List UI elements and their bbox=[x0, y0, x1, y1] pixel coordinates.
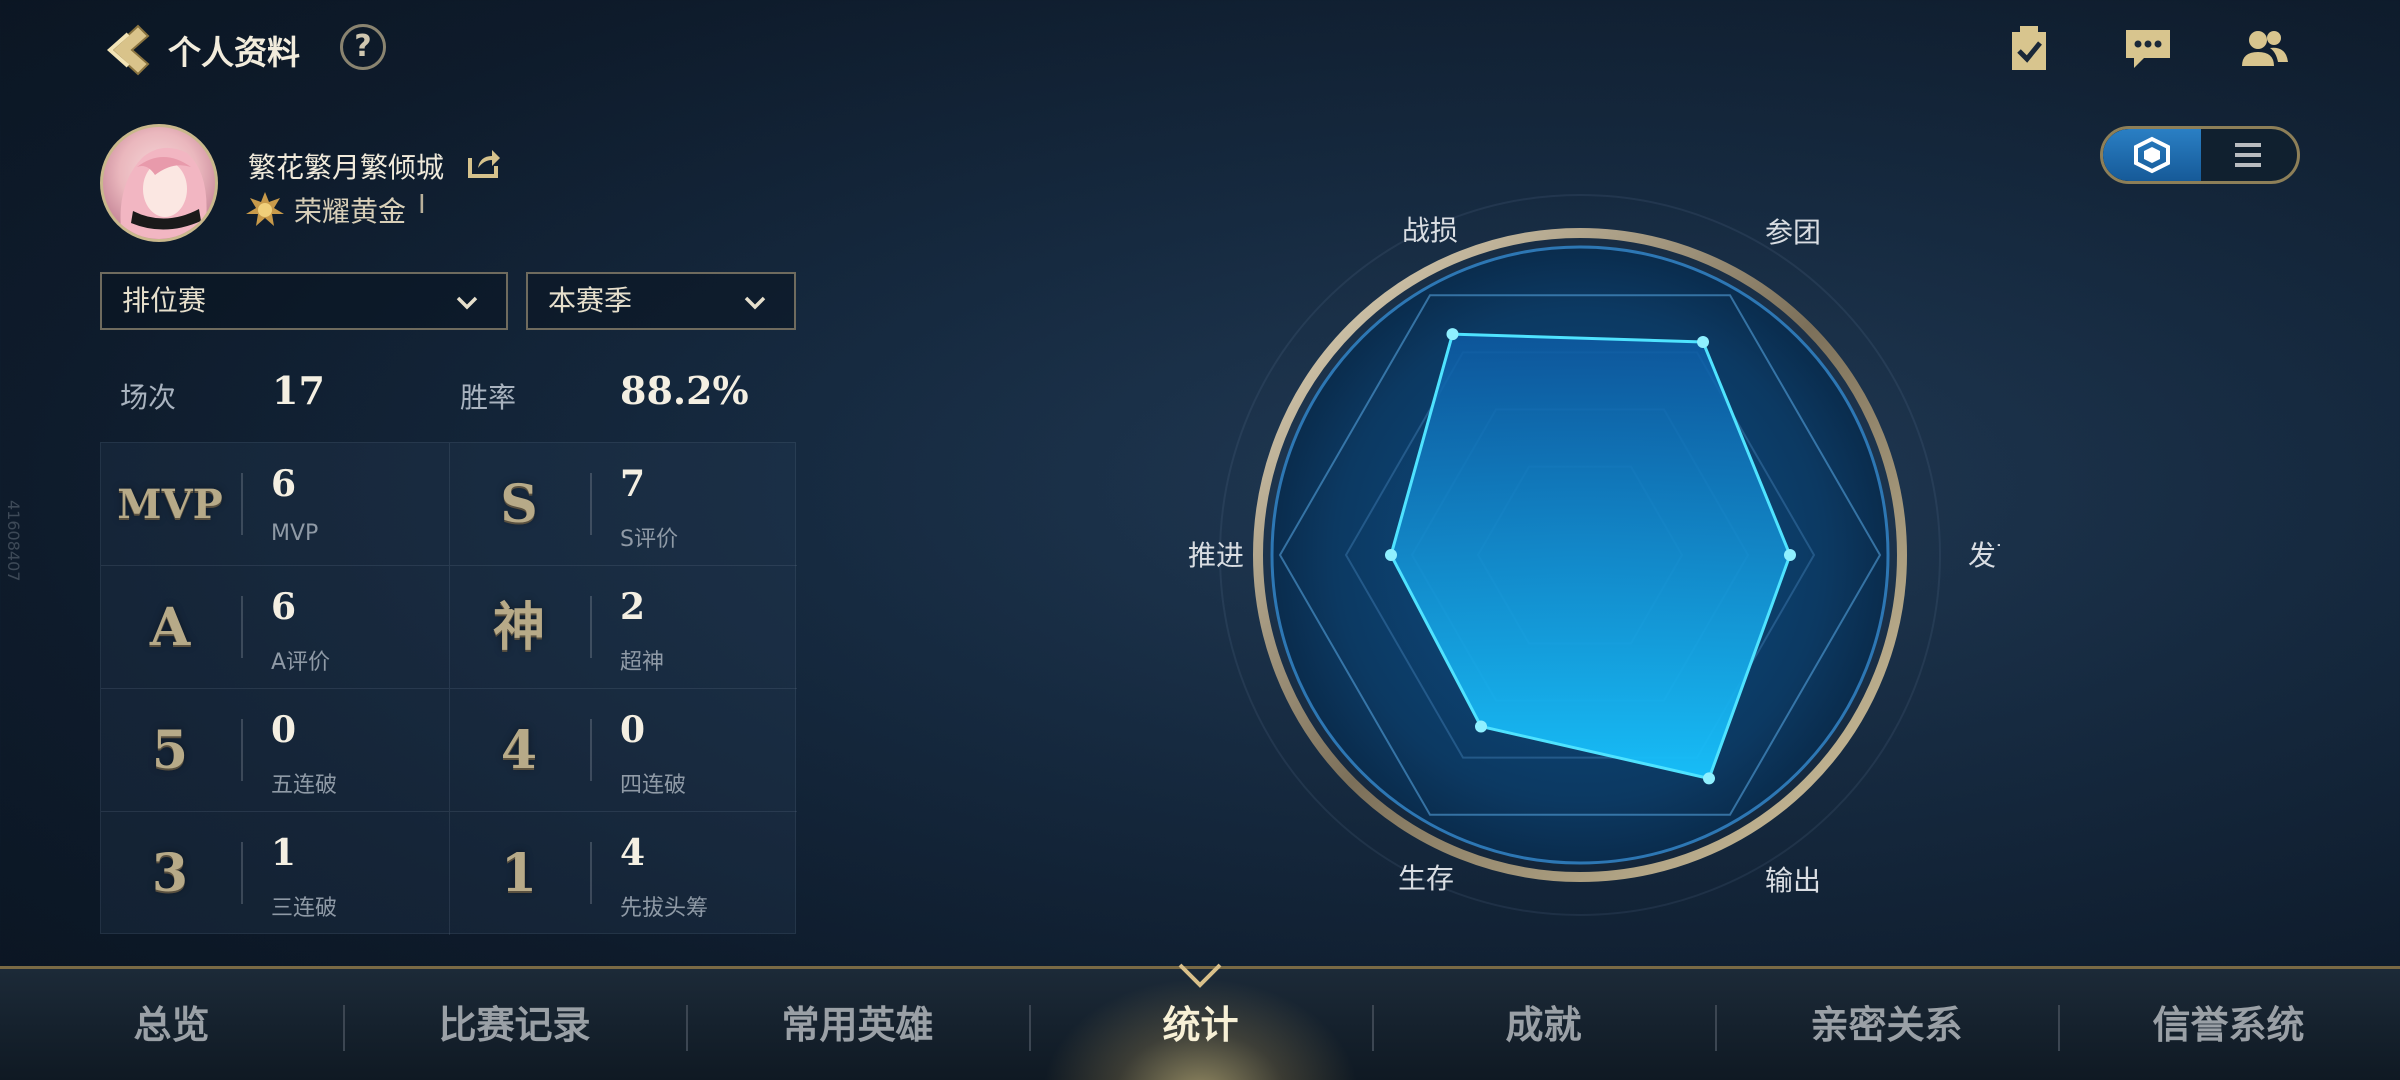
avatar[interactable] bbox=[100, 124, 218, 242]
stat-label: 三连破 bbox=[271, 896, 338, 921]
stat-value: 6 bbox=[271, 586, 297, 628]
stat-cell-s: S 7 S评价 bbox=[449, 443, 797, 566]
radar-point-0 bbox=[1446, 328, 1459, 341]
radar-point-3 bbox=[1703, 772, 1715, 785]
stat-label: 四连破 bbox=[620, 773, 687, 798]
stat-label: 超神 bbox=[620, 650, 665, 675]
nav-tab-achievements[interactable]: 成就 bbox=[1372, 969, 1715, 1080]
stat-label: 先拔头筹 bbox=[620, 896, 709, 921]
stat-cell-penta: 5 0 五连破 bbox=[101, 689, 449, 812]
quadra-emblem: 4 bbox=[500, 720, 538, 781]
list-icon bbox=[2235, 143, 2261, 167]
season-dropdown[interactable]: 本赛季 bbox=[526, 272, 796, 330]
nav-tab-overview[interactable]: 总览 bbox=[0, 969, 343, 1080]
page-title: 个人资料 bbox=[168, 33, 300, 72]
matches-value: 17 bbox=[272, 368, 325, 413]
stat-cell-triple: 3 1 三连破 bbox=[101, 812, 449, 935]
matches-label: 场次 bbox=[120, 381, 177, 414]
view-toggle[interactable] bbox=[2100, 126, 2300, 184]
radar-axis-label-5: 推进 bbox=[1188, 539, 1244, 572]
radar-point-4 bbox=[1475, 720, 1487, 733]
chevron-down-icon bbox=[456, 296, 478, 310]
chevron-down-icon bbox=[744, 296, 766, 310]
back-arrow-icon bbox=[106, 24, 150, 76]
stat-value: 6 bbox=[271, 463, 297, 505]
triple-emblem: 3 bbox=[151, 843, 189, 904]
stat-cell-godlike: 神 2 超神 bbox=[449, 566, 797, 689]
side-id-watermark: 41608407 bbox=[4, 500, 23, 582]
stats-grid: MVP 6 MVP S 7 S评价 A 6 A评价 神 2 超神 5 0 五连破… bbox=[100, 442, 797, 935]
nav-tab-heroes[interactable]: 常用英雄 bbox=[686, 969, 1029, 1080]
stat-value: 7 bbox=[620, 463, 646, 505]
nav-tab-relationships[interactable]: 亲密关系 bbox=[1715, 969, 2058, 1080]
stat-value: 0 bbox=[271, 709, 297, 751]
player-name: 繁花繁月繁倾城 bbox=[248, 151, 445, 184]
winrate-value: 88.2% bbox=[620, 368, 749, 413]
radar-point-2 bbox=[1784, 549, 1796, 561]
rank-name: 荣耀黄金 bbox=[294, 195, 407, 228]
penta-emblem: 5 bbox=[151, 720, 189, 781]
hexagon-icon bbox=[2134, 136, 2170, 174]
stat-value: 2 bbox=[620, 586, 646, 628]
godlike-emblem: 神 bbox=[492, 597, 545, 658]
stat-cell-first-blood: 1 4 先拔头筹 bbox=[449, 812, 797, 935]
friends-icon[interactable] bbox=[2238, 24, 2290, 74]
stat-label: A评价 bbox=[271, 650, 331, 675]
stat-value: 1 bbox=[271, 832, 297, 874]
winrate-label: 胜率 bbox=[460, 381, 517, 414]
radar-axis-label-0: 战损 bbox=[1402, 214, 1458, 247]
stat-cell-mvp: MVP 6 MVP bbox=[101, 443, 449, 566]
radar-point-1 bbox=[1697, 335, 1709, 348]
stat-value: 0 bbox=[620, 709, 646, 751]
radar-axis-label-2: 发育 bbox=[1968, 539, 2000, 572]
mode-dropdown[interactable]: 排位赛 bbox=[100, 272, 508, 330]
stat-label: MVP bbox=[271, 521, 319, 546]
task-checklist-icon[interactable] bbox=[2004, 24, 2056, 74]
stat-label: S评价 bbox=[620, 527, 678, 552]
rank-emblem-icon bbox=[244, 190, 286, 230]
radar-axis-label-1: 参团 bbox=[1765, 216, 1821, 249]
rank-stars: I bbox=[418, 190, 426, 220]
a-emblem: A bbox=[149, 597, 191, 658]
s-emblem: S bbox=[500, 474, 538, 535]
radar-chart: 战损 参团发育输出 生存 推进 bbox=[1188, 194, 2000, 916]
radar-view-button[interactable] bbox=[2103, 129, 2201, 181]
help-button[interactable]: ? bbox=[340, 24, 386, 70]
stat-value: 4 bbox=[620, 832, 646, 874]
list-view-button[interactable] bbox=[2201, 129, 2297, 181]
mode-dropdown-value: 排位赛 bbox=[122, 284, 207, 317]
stat-cell-a: A 6 A评价 bbox=[101, 566, 449, 689]
stat-cell-quadra: 4 0 四连破 bbox=[449, 689, 797, 812]
radar-axis-label-3: 输出 bbox=[1765, 864, 1821, 897]
share-icon[interactable] bbox=[466, 146, 502, 180]
nav-tab-reputation[interactable]: 信誉系统 bbox=[2057, 969, 2400, 1080]
back-button[interactable] bbox=[98, 20, 154, 80]
mvp-emblem: MVP bbox=[117, 481, 223, 528]
nav-tab-match-history[interactable]: 比赛记录 bbox=[343, 969, 686, 1080]
chat-message-icon[interactable] bbox=[2122, 24, 2174, 74]
radar-axis-label-4: 生存 bbox=[1398, 862, 1454, 895]
season-dropdown-value: 本赛季 bbox=[548, 284, 633, 317]
radar-point-5 bbox=[1385, 549, 1397, 561]
first-blood-emblem: 1 bbox=[500, 843, 538, 904]
stat-label: 五连破 bbox=[271, 773, 338, 798]
active-tab-marker-icon bbox=[1178, 963, 1222, 988]
